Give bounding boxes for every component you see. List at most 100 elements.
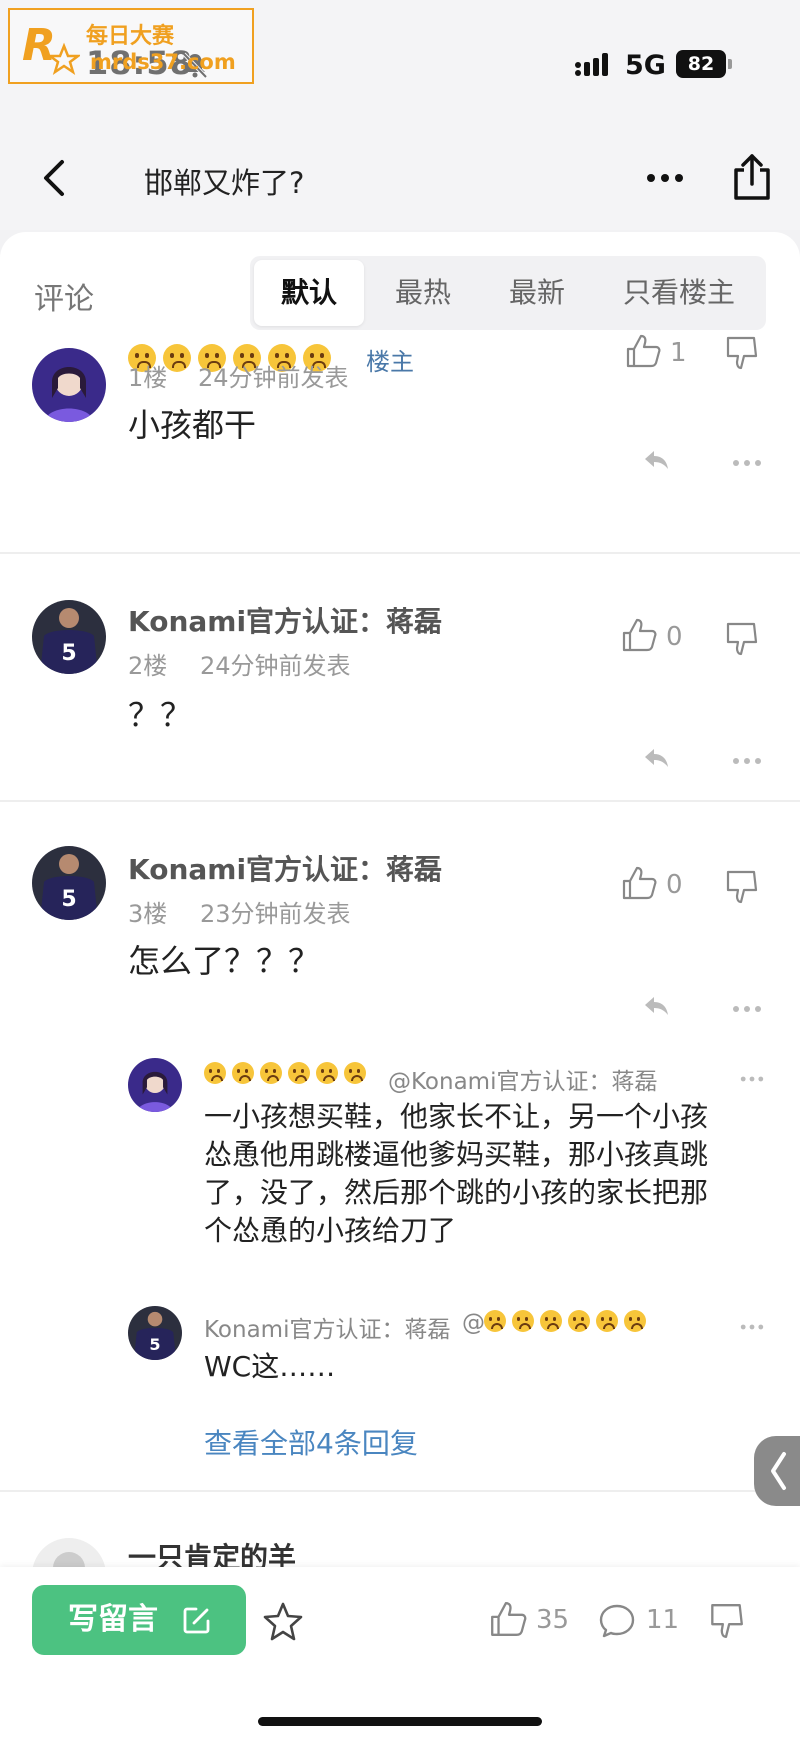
thumbs-up-icon[interactable] bbox=[620, 864, 658, 902]
comment-floor: 2楼 bbox=[128, 652, 168, 680]
avatar[interactable] bbox=[32, 348, 106, 422]
reply-text-line: 一小孩想买鞋，他家长不让，另一个小孩 bbox=[204, 1100, 709, 1133]
comment-time: 23分钟前发表 bbox=[200, 900, 351, 928]
frowning-emoji-icon bbox=[232, 1062, 254, 1084]
avatar[interactable] bbox=[32, 1538, 106, 1567]
svg-text:5: 5 bbox=[61, 887, 76, 912]
divider bbox=[0, 1490, 800, 1492]
comment-time: 24分钟前发表 bbox=[200, 652, 351, 680]
frowning-emoji-icon bbox=[624, 1310, 646, 1332]
reactions-emoji-row bbox=[484, 1310, 652, 1342]
status-bar: 18:58 R 每日大赛 mrds37.com 5G 82 bbox=[0, 0, 800, 120]
home-indicator bbox=[258, 1717, 542, 1726]
post-like-count: 35 bbox=[536, 1605, 570, 1635]
thumbs-down-icon[interactable] bbox=[722, 868, 760, 906]
reply-arrow-icon[interactable] bbox=[642, 994, 670, 1018]
comments-panel: 评论 默认 最热 最新 只看楼主 楼主 1楼 24分钟前发表 小孩都干 1 5 … bbox=[0, 232, 800, 1567]
tab-default[interactable]: 默认 bbox=[254, 260, 364, 326]
reply-text-line: 怂恿他用跳楼逼他爹妈买鞋，那小孩真跳 bbox=[204, 1138, 709, 1171]
share-icon[interactable] bbox=[730, 152, 774, 202]
sort-tabs: 默认 最热 最新 只看楼主 bbox=[250, 256, 766, 330]
frowning-emoji-icon bbox=[288, 1062, 310, 1084]
divider bbox=[0, 800, 800, 802]
comment-text: 小孩都干 bbox=[128, 406, 257, 444]
frowning-emoji-icon bbox=[204, 1062, 226, 1084]
more-dots-icon[interactable] bbox=[740, 1074, 764, 1084]
watermark-r-star-icon: R bbox=[22, 20, 80, 75]
watermark-title: 每日大赛 bbox=[86, 24, 175, 49]
comment-text: ？？ bbox=[128, 696, 193, 734]
comment-floor: 3楼 bbox=[128, 900, 168, 928]
network-type: 5G bbox=[625, 50, 666, 81]
comment-floor: 1楼 bbox=[128, 364, 168, 392]
reply-text: WC这…… bbox=[204, 1348, 756, 1386]
reply-text-line: WC这…… bbox=[204, 1350, 336, 1383]
svg-text:5: 5 bbox=[61, 641, 76, 666]
frowning-emoji-icon bbox=[540, 1310, 562, 1332]
reply-text: 一小孩想买鞋，他家长不让，另一个小孩 怂恿他用跳楼逼他爹妈买鞋，那小孩真跳 了，… bbox=[204, 1098, 756, 1250]
frowning-emoji-icon bbox=[512, 1310, 534, 1332]
top-nav-bar: 邯郸又炸了? bbox=[0, 120, 800, 230]
tab-hottest[interactable]: 最热 bbox=[368, 260, 478, 326]
like-count: 0 bbox=[666, 622, 683, 652]
svg-text:R: R bbox=[22, 20, 56, 71]
write-comment-label: 写留言 bbox=[68, 1602, 158, 1637]
commenter-name[interactable]: Konami官方认证：蒋磊 bbox=[128, 848, 442, 888]
thumbs-up-icon[interactable] bbox=[488, 1599, 528, 1639]
comment-text: 怎么了？？？ bbox=[128, 942, 321, 980]
thumbs-up-icon[interactable] bbox=[620, 616, 658, 654]
like-count: 0 bbox=[666, 870, 683, 900]
comment-time: 24分钟前发表 bbox=[198, 364, 349, 392]
avatar[interactable]: 5 bbox=[128, 1306, 182, 1360]
battery-indicator: 82 bbox=[676, 50, 726, 78]
view-all-replies-link[interactable]: 查看全部4条回复 bbox=[204, 1422, 418, 1462]
watermark-logo: R 每日大赛 mrds37.com bbox=[8, 8, 254, 84]
write-comment-button[interactable]: 写留言 bbox=[32, 1585, 246, 1655]
comments-section-label: 评论 bbox=[34, 282, 94, 317]
tab-owner-only[interactable]: 只看楼主 bbox=[596, 260, 762, 326]
favorite-star-icon[interactable] bbox=[262, 1601, 304, 1643]
frowning-emoji-icon bbox=[568, 1310, 590, 1332]
avatar[interactable]: 5 bbox=[32, 846, 106, 920]
tab-newest[interactable]: 最新 bbox=[482, 260, 592, 326]
reply-text-line: 了，没了，然后那个跳的小孩的家长把那 bbox=[204, 1176, 709, 1209]
back-arrow-icon[interactable] bbox=[36, 156, 72, 200]
more-dots-icon[interactable] bbox=[740, 1322, 764, 1332]
reply-author-name[interactable]: Konami官方认证：蒋磊 bbox=[204, 1310, 450, 1344]
thumbs-down-icon[interactable] bbox=[706, 1601, 746, 1641]
avatar[interactable]: 5 bbox=[32, 600, 106, 674]
signal-icon bbox=[575, 53, 608, 76]
avatar[interactable] bbox=[128, 1058, 182, 1112]
more-dots-icon[interactable] bbox=[732, 458, 762, 468]
svg-text:5: 5 bbox=[149, 1335, 160, 1354]
reply-mention-prefix: @ bbox=[462, 1310, 485, 1336]
frowning-emoji-icon bbox=[596, 1310, 618, 1332]
commenter-name[interactable]: 一只肯定的羊 bbox=[128, 1536, 296, 1567]
page-title: 邯郸又炸了? bbox=[144, 166, 305, 200]
post-comment-count: 11 bbox=[646, 1605, 680, 1635]
reactions-emoji-row bbox=[204, 1062, 372, 1094]
watermark-url: mrds37.com bbox=[90, 50, 236, 74]
thumbs-down-icon[interactable] bbox=[722, 620, 760, 658]
divider bbox=[0, 552, 800, 554]
battery-cap bbox=[728, 59, 732, 69]
frowning-emoji-icon bbox=[344, 1062, 366, 1084]
reply-arrow-icon[interactable] bbox=[642, 448, 670, 472]
reply-mention[interactable]: @Konami官方认证：蒋磊 bbox=[388, 1062, 657, 1096]
owner-badge: 楼主 bbox=[366, 348, 414, 376]
frowning-emoji-icon bbox=[316, 1062, 338, 1084]
thumbs-down-icon[interactable] bbox=[722, 334, 760, 372]
thumbs-up-icon[interactable] bbox=[624, 332, 662, 370]
like-count: 1 bbox=[670, 338, 687, 368]
more-dots-icon[interactable] bbox=[732, 756, 762, 766]
chevron-left-icon bbox=[771, 1452, 786, 1490]
commenter-name[interactable]: Konami官方认证：蒋磊 bbox=[128, 600, 442, 640]
reply-arrow-icon[interactable] bbox=[642, 746, 670, 770]
bottom-action-bar: 写留言 35 11 bbox=[0, 1567, 800, 1741]
side-collapse-handle[interactable] bbox=[754, 1436, 800, 1506]
comment-bubble-icon[interactable] bbox=[598, 1603, 636, 1639]
more-options-icon[interactable] bbox=[642, 164, 688, 192]
more-dots-icon[interactable] bbox=[732, 1004, 762, 1014]
frowning-emoji-icon bbox=[484, 1310, 506, 1332]
reply-text-line: 个怂恿的小孩给刀了 bbox=[204, 1214, 457, 1247]
